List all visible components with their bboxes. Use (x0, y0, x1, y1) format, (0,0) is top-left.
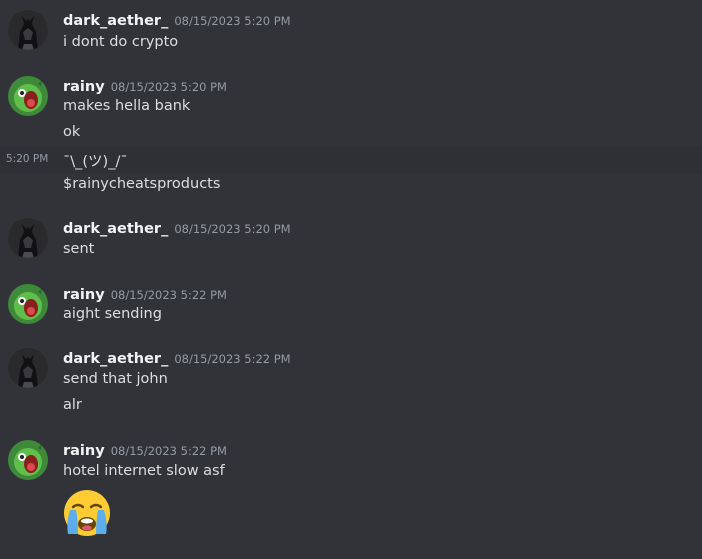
message-text: alr (63, 397, 82, 413)
avatar[interactable] (8, 218, 48, 258)
message-text: makes hella bank (63, 98, 191, 114)
message-text: sent (63, 241, 95, 257)
timestamp: 08/15/2023 5:20 PM (110, 80, 227, 94)
username[interactable]: rainy (63, 79, 105, 95)
message-group: dark_aether_ 08/15/2023 5:20 PM sent (0, 218, 702, 264)
loudly-crying-face-icon[interactable] (62, 488, 112, 542)
message-header: dark_aether_ 08/15/2023 5:20 PM (63, 218, 291, 240)
avatar[interactable] (8, 348, 48, 388)
message-group: dark_aether_ 08/15/2023 5:22 PM send that… (0, 348, 702, 420)
timestamp: 08/15/2023 5:20 PM (174, 14, 291, 28)
username[interactable]: rainy (63, 287, 105, 303)
avatar[interactable] (8, 440, 48, 480)
timestamp: 08/15/2023 5:22 PM (110, 288, 227, 302)
message-header: dark_aether_ 08/15/2023 5:22 PM (63, 348, 291, 370)
message-header: rainy 08/15/2023 5:20 PM (63, 76, 227, 98)
message-group: rainy 08/15/2023 5:22 PM hotel internet s… (0, 440, 702, 540)
green-cartoon-avatar-icon (8, 284, 48, 324)
username[interactable]: dark_aether_ (63, 221, 168, 237)
message-group: rainy 08/15/2023 5:22 PM aight sending (0, 284, 702, 330)
hovered-message-row[interactable]: 5:20 PM ¯\_(ツ)_/¯ (0, 147, 702, 173)
dark-knight-avatar-icon (8, 10, 48, 50)
message-header: dark_aether_ 08/15/2023 5:20 PM (63, 10, 291, 32)
timestamp: 08/15/2023 5:22 PM (174, 352, 291, 366)
message-text: ok (63, 124, 81, 140)
green-cartoon-avatar-icon (8, 440, 48, 480)
avatar[interactable] (8, 284, 48, 324)
username[interactable]: dark_aether_ (63, 13, 168, 29)
timestamp: 08/15/2023 5:22 PM (110, 444, 227, 458)
message-group: rainy 08/15/2023 5:20 PM makes hella bank… (0, 76, 702, 200)
timestamp: 08/15/2023 5:20 PM (174, 222, 291, 236)
message-header: rainy 08/15/2023 5:22 PM (63, 440, 227, 462)
hover-timestamp: 5:20 PM (6, 153, 49, 165)
loudly-crying-face-emoji-icon (64, 490, 110, 536)
message-text: aight sending (63, 306, 162, 322)
username[interactable]: rainy (63, 443, 105, 459)
message-text: ¯\_(ツ)_/¯ (63, 154, 128, 170)
message-header: rainy 08/15/2023 5:22 PM (63, 284, 227, 306)
message-text: $rainycheatsproducts (63, 176, 221, 192)
avatar[interactable] (8, 76, 48, 116)
message-text: send that john (63, 371, 168, 387)
green-cartoon-avatar-icon (8, 76, 48, 116)
avatar[interactable] (8, 10, 48, 50)
dark-knight-avatar-icon (8, 348, 48, 388)
username[interactable]: dark_aether_ (63, 351, 168, 367)
message-group: dark_aether_ 08/15/2023 5:20 PM i dont do… (0, 10, 702, 56)
message-text: hotel internet slow asf (63, 463, 225, 479)
message-text: i dont do crypto (63, 34, 179, 50)
dark-knight-avatar-icon (8, 218, 48, 258)
